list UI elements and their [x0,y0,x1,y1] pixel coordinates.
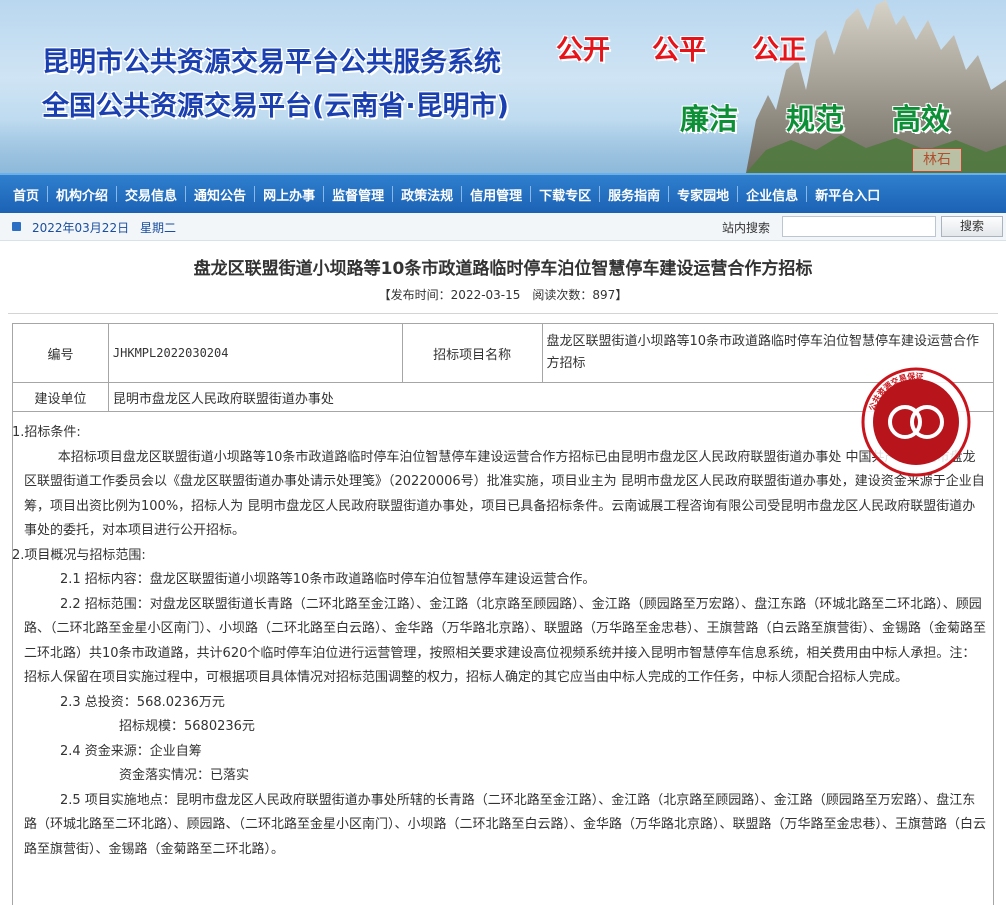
search-input[interactable] [782,216,936,237]
project-info-table: 编号 JHKMPL2022030204 招标项目名称 盘龙区联盟街道小坝路等10… [12,323,995,412]
section-2-5: 2.5 项目实施地点：昆明市盘龙区人民政府联盟街道办事处所辖的长青路（二环北路至… [24,792,987,857]
nav-item-credit[interactable]: 信用管理 [462,185,530,204]
section-2-heading: 2.项目概况与招标范围: [12,547,146,563]
banner-sky-band [0,120,760,173]
banner-title-line2: 全国公共资源交易平台(云南省·昆明市) [42,91,509,122]
code-label: 编号 [12,323,109,383]
nav-item-trade-info[interactable]: 交易信息 [117,185,185,204]
nav-item-home[interactable]: 首页 [5,185,47,204]
stone-forest-image [746,0,1006,173]
nav-item-policy[interactable]: 政策法规 [393,185,461,204]
date-search-bar: 2022年03月22日 星期二 站内搜索 搜索 [0,213,1006,241]
section-2-4-status: 资金落实情况：已落实 [119,768,250,783]
section-2-3-scale: 招标规模：5680236元 [119,719,255,734]
site-banner: 昆明市公共资源交易平台公共服务系统 全国公共资源交易平台(云南省·昆明市) 公开… [0,0,1006,173]
slogan-lianjie: 廉洁 [680,102,739,136]
banner-title-line1: 昆明市公共资源交易平台公共服务系统 [42,47,501,78]
nav-item-notices[interactable]: 通知公告 [186,185,254,204]
article-body: 1.招标条件: 本招标项目盘龙区联盟街道小坝路等10条市政道路临时停车泊位智慧停… [12,421,987,862]
nav-item-online-service[interactable]: 网上办事 [255,185,323,204]
slogan-gongkai: 公开 [556,35,610,66]
slogan-gongping: 公平 [652,35,706,66]
nav-item-new-platform[interactable]: 新平台入口 [807,185,888,204]
article-content: 盘龙区联盟街道小坝路等10条市政道路临时停车泊位智慧停车建设运营合作方招标 【发… [0,241,1006,905]
current-weekday: 星期二 [140,221,177,235]
nav-item-about[interactable]: 机构介绍 [48,185,116,204]
calendar-icon [12,222,21,231]
slogan-gaoxiao: 高效 [892,102,951,136]
nav-item-service-guide[interactable]: 服务指南 [600,185,668,204]
code-value: JHKMPL2022030204 [107,323,403,383]
section-2-3-total-investment: 2.3 总投资：568.0236万元 [60,694,225,710]
section-1-heading: 1.招标条件: [12,425,81,440]
slogan-guifan: 规范 [786,102,845,136]
banner-stamp: 林石 [912,148,962,172]
section-2-4-funding: 2.4 资金来源：企业自筹 [60,743,202,759]
slogan-gongzheng: 公正 [752,35,806,66]
section-1-paragraph: 本招标项目盘龙区联盟街道小坝路等10条市政道路临时停车泊位智慧停车建设运营合作方… [24,449,985,539]
nav-item-downloads[interactable]: 下载专区 [531,185,599,204]
nav-item-supervision[interactable]: 监督管理 [324,185,392,204]
project-name-label: 招标项目名称 [401,323,543,383]
search-button[interactable]: 搜索 [941,216,1003,237]
section-2-1: 2.1 招标内容：盘龙区联盟街道小坝路等10条市政道路临时停车泊位智慧停车建设运… [60,572,596,587]
watermark-seal-icon: 公共资源交易保证 [861,367,971,477]
section-2-2: 2.2 招标范围：对盘龙区联盟街道长青路（二环北路至金江路）、金江路（北京路至顾… [24,596,987,686]
nav-item-experts[interactable]: 专家园地 [669,185,737,204]
search-label: 站内搜索 [722,221,771,235]
divider [8,313,998,314]
current-date: 2022年03月22日 [32,221,130,235]
article-meta: 【发布时间：2022-03-15 阅读次数：897】 [378,288,628,302]
main-nav: 首页 机构介绍 交易信息 通知公告 网上办事 监督管理 政策法规 信用管理 下载… [0,173,1006,213]
nav-item-enterprise[interactable]: 企业信息 [738,185,806,204]
unit-label: 建设单位 [12,382,109,412]
article-title: 盘龙区联盟街道小坝路等10条市政道路临时停车泊位智慧停车建设运营合作方招标 [193,259,813,279]
